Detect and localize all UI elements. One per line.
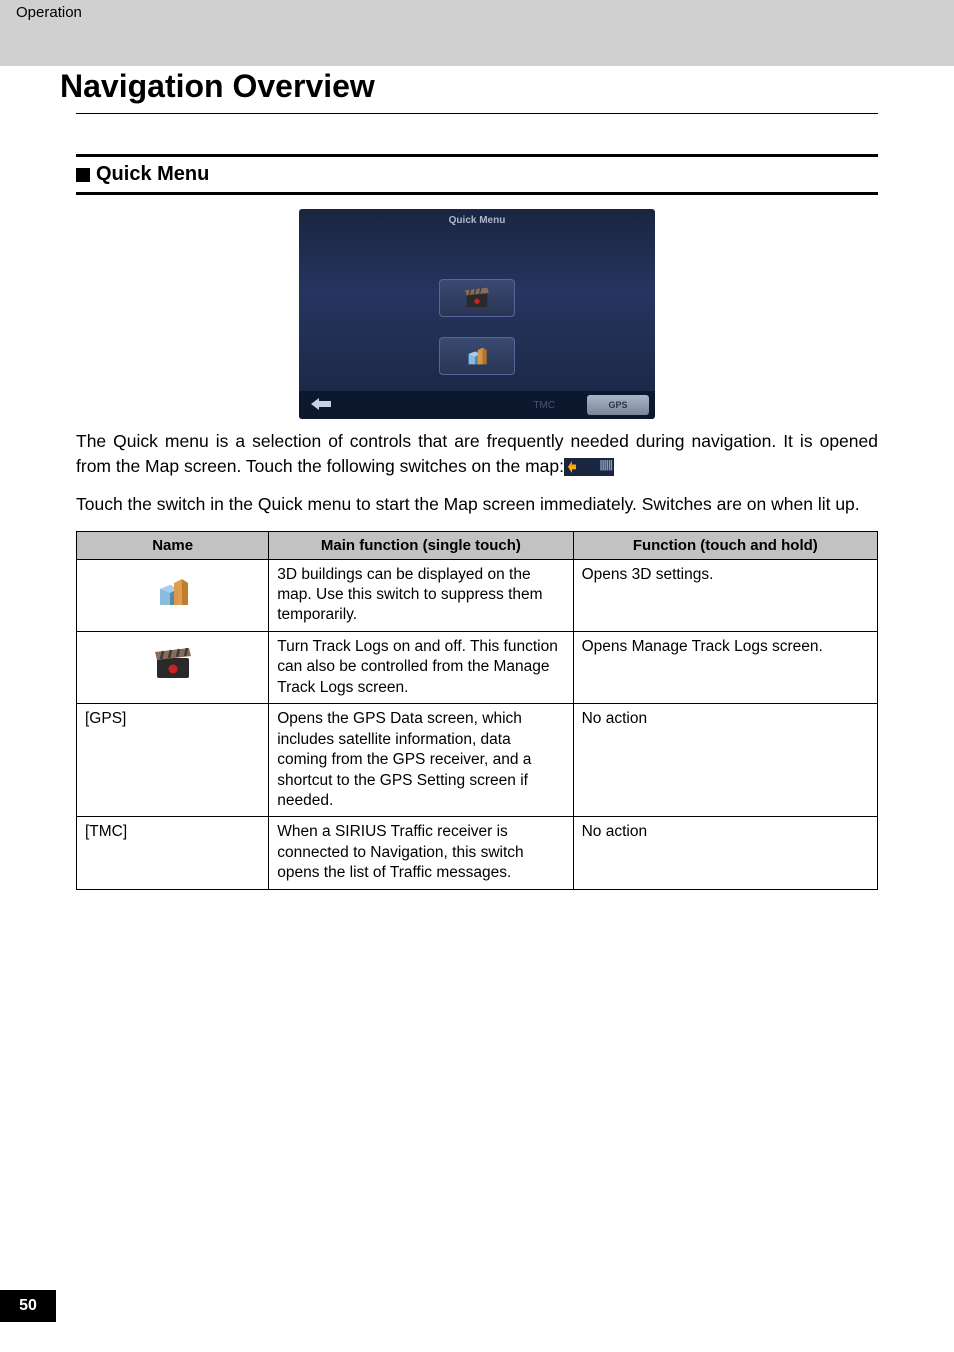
table-row: [GPS] Opens the GPS Data screen, which i… [77, 704, 878, 817]
screenshot-title: Quick Menu [449, 215, 506, 226]
cell-hold: No action [573, 817, 877, 889]
cell-hold: Opens 3D settings. [573, 559, 877, 631]
section-heading-text: Quick Menu [96, 163, 209, 186]
content-area: Quick Menu Quick Menu [0, 114, 954, 890]
page-title: Navigation Overview [0, 66, 954, 105]
tmc-label[interactable]: TMC [533, 400, 555, 411]
screenshot-bottom-bar: TMC GPS [299, 391, 655, 419]
table-row: [TMC] When a SIRIUS Traffic receiver is … [77, 817, 878, 889]
cell-hold: No action [573, 704, 877, 817]
back-arrow-icon[interactable] [299, 397, 331, 413]
gps-button-label: GPS [608, 400, 627, 410]
header-main-function: Main function (single touch) [269, 531, 573, 559]
cell-name-clapper-icon [77, 631, 269, 703]
clapperboard-icon [153, 648, 193, 680]
building-3d-icon [464, 345, 490, 367]
intro-paragraph-2: Touch the switch in the Quick menu to st… [76, 492, 878, 517]
cell-name-tmc: [TMC] [77, 817, 269, 889]
buildings-3d-toggle[interactable] [439, 337, 515, 375]
cell-main: 3D buildings can be displayed on the map… [269, 559, 573, 631]
page-number-text: 50 [19, 1297, 37, 1315]
clapperboard-icon [464, 287, 490, 309]
quick-menu-screenshot: Quick Menu [299, 209, 655, 419]
cell-name-building-icon [77, 559, 269, 631]
cell-main: Turn Track Logs on and off. This functio… [269, 631, 573, 703]
quick-menu-table: Name Main function (single touch) Functi… [76, 531, 878, 890]
gps-button[interactable]: GPS [587, 395, 649, 415]
section-heading: Quick Menu [76, 163, 878, 186]
header-hold-function: Function (touch and hold) [573, 531, 877, 559]
map-switch-icon [564, 458, 614, 476]
cell-main: Opens the GPS Data screen, which include… [269, 704, 573, 817]
table-header-row: Name Main function (single touch) Functi… [77, 531, 878, 559]
page-number: 50 [0, 1290, 56, 1322]
square-bullet-icon [76, 168, 90, 182]
intro-paragraph-1: The Quick menu is a selection of control… [76, 429, 878, 478]
category-label: Operation [16, 4, 954, 21]
header-bar: Operation [0, 0, 954, 66]
building-3d-icon [154, 575, 192, 609]
track-log-toggle[interactable] [439, 279, 515, 317]
cell-hold: Opens Manage Track Logs screen. [573, 631, 877, 703]
header-name: Name [77, 531, 269, 559]
section-rule [76, 154, 878, 157]
table-row: Turn Track Logs on and off. This functio… [77, 631, 878, 703]
para1-text: The Quick menu is a selection of control… [76, 431, 878, 476]
section-rule [76, 192, 878, 195]
table-row: 3D buildings can be displayed on the map… [77, 559, 878, 631]
cell-name-gps: [GPS] [77, 704, 269, 817]
cell-main: When a SIRIUS Traffic receiver is connec… [269, 817, 573, 889]
